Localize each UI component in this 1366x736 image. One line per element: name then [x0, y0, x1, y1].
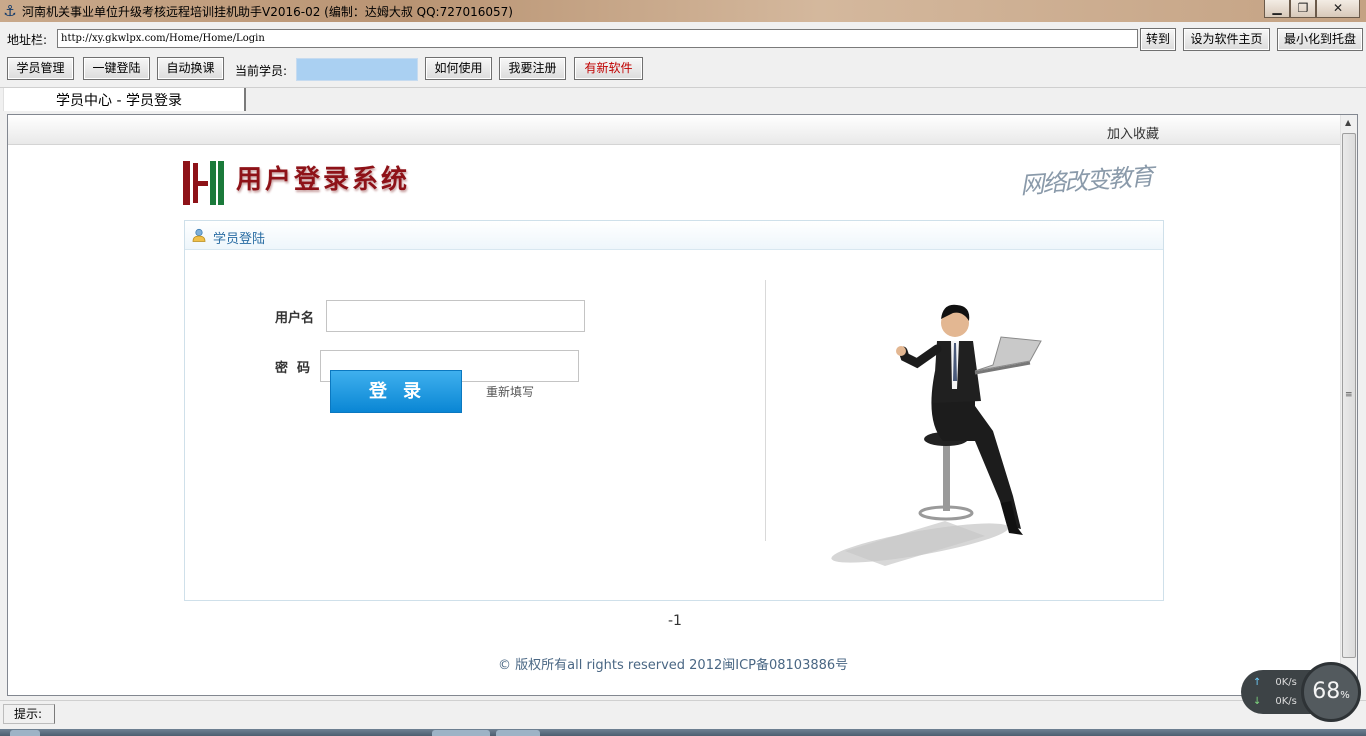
copyright: © 版权所有all rights reserved 2012闽ICP备08103… [498, 658, 849, 673]
go-button[interactable]: 转到 [1140, 28, 1176, 51]
anchor-icon: ⚓ [3, 2, 17, 20]
businessman-illustration [831, 304, 1042, 566]
url-input[interactable]: http://xy.gkwlpx.com/Home/Home/Login [57, 29, 1138, 48]
panel-title: 学员登陆 [213, 232, 266, 247]
logo-title: 用户登录系统 [236, 165, 411, 195]
address-label: 地址栏: [7, 32, 48, 47]
taskbar-app-item[interactable] [496, 730, 540, 736]
scroll-up-icon[interactable]: ▲ [1345, 118, 1351, 127]
net-speed-widget[interactable]: ↑ 0K/s ↓ 0K/s 68% [1241, 662, 1361, 722]
username-label: 用户名 [275, 311, 315, 326]
close-button[interactable]: ✕ [1316, 0, 1360, 18]
title-bar: ⚓ 河南机关事业单位升级考核远程培训挂机助手V2016-02 (编制：达姆大叔 … [0, 0, 1366, 22]
member-manage-button[interactable]: 学员管理 [7, 57, 74, 80]
add-favorite-link[interactable]: 加入收藏 [1107, 123, 1159, 142]
maximize-button[interactable]: ❐ [1290, 0, 1316, 18]
password-label: 密 码 [275, 361, 311, 376]
window-title: 河南机关事业单位升级考核远程培训挂机助手V2016-02 (编制：达姆大叔 QQ… [22, 4, 513, 19]
toolbar: 学员管理 一键登陆 自动换课 当前学员: 如何使用 我要注册 有新软件 [0, 56, 1366, 84]
download-speed: 0K/s [1275, 696, 1297, 707]
memory-usage-gauge[interactable]: 68% [1301, 662, 1361, 722]
logo-icon [183, 161, 224, 205]
hint-label: 提示: [3, 704, 55, 724]
favorites-bar: 加入收藏 [8, 115, 1341, 145]
scroll-grip-icon: ≡ [1345, 390, 1353, 400]
slogan: 网络改变教育 [1019, 162, 1153, 200]
page-number: -1 [668, 613, 682, 629]
status-bar: 提示: [0, 700, 1366, 726]
panel-header: 学员登陆 [185, 221, 1163, 250]
minimize-button[interactable]: ▁ [1264, 0, 1290, 18]
username-input[interactable] [326, 300, 585, 332]
user-icon [192, 228, 206, 242]
register-button[interactable]: 我要注册 [499, 57, 566, 80]
one-key-login-button[interactable]: 一键登陆 [83, 57, 150, 80]
address-bar: 地址栏: http://xy.gkwlpx.com/Home/Home/Logi… [0, 26, 1366, 52]
current-member-field[interactable] [296, 58, 418, 81]
upload-arrow-icon: ↑ [1253, 677, 1262, 688]
taskbar-start-icon[interactable] [10, 730, 40, 736]
auto-switch-course-button[interactable]: 自动换课 [157, 57, 224, 80]
set-home-button[interactable]: 设为软件主页 [1183, 28, 1270, 51]
tab-strip: 学员中心 - 学员登录 [0, 87, 1366, 111]
panel-divider [765, 280, 766, 541]
browser-frame: 加入收藏 用户登录系统 网络改变教育 学员登陆 用户名 密 码 登录 重新填写 [7, 114, 1358, 696]
minimize-to-tray-button[interactable]: 最小化到托盘 [1277, 28, 1363, 51]
tab-label: 学员中心 - 学员登录 [56, 93, 182, 109]
upload-speed: 0K/s [1275, 677, 1297, 688]
login-button[interactable]: 登录 [330, 370, 462, 413]
download-arrow-icon: ↓ [1253, 696, 1262, 707]
taskbar [0, 729, 1366, 736]
login-panel: 学员登陆 用户名 密 码 登录 重新填写 [184, 220, 1164, 601]
how-to-use-button[interactable]: 如何使用 [425, 57, 492, 80]
taskbar-app-item[interactable] [432, 730, 490, 736]
reset-link[interactable]: 重新填写 [486, 383, 534, 400]
memory-percent: 68 [1312, 679, 1341, 704]
vertical-scrollbar[interactable]: ▲ ≡ [1340, 115, 1357, 695]
new-software-button[interactable]: 有新软件 [574, 57, 643, 80]
percent-unit: % [1340, 690, 1350, 701]
tab-login[interactable]: 学员中心 - 学员登录 [3, 88, 246, 111]
current-member-label: 当前学员: [235, 64, 288, 78]
window-controls: ▁ ❐ ✕ [1264, 0, 1360, 18]
